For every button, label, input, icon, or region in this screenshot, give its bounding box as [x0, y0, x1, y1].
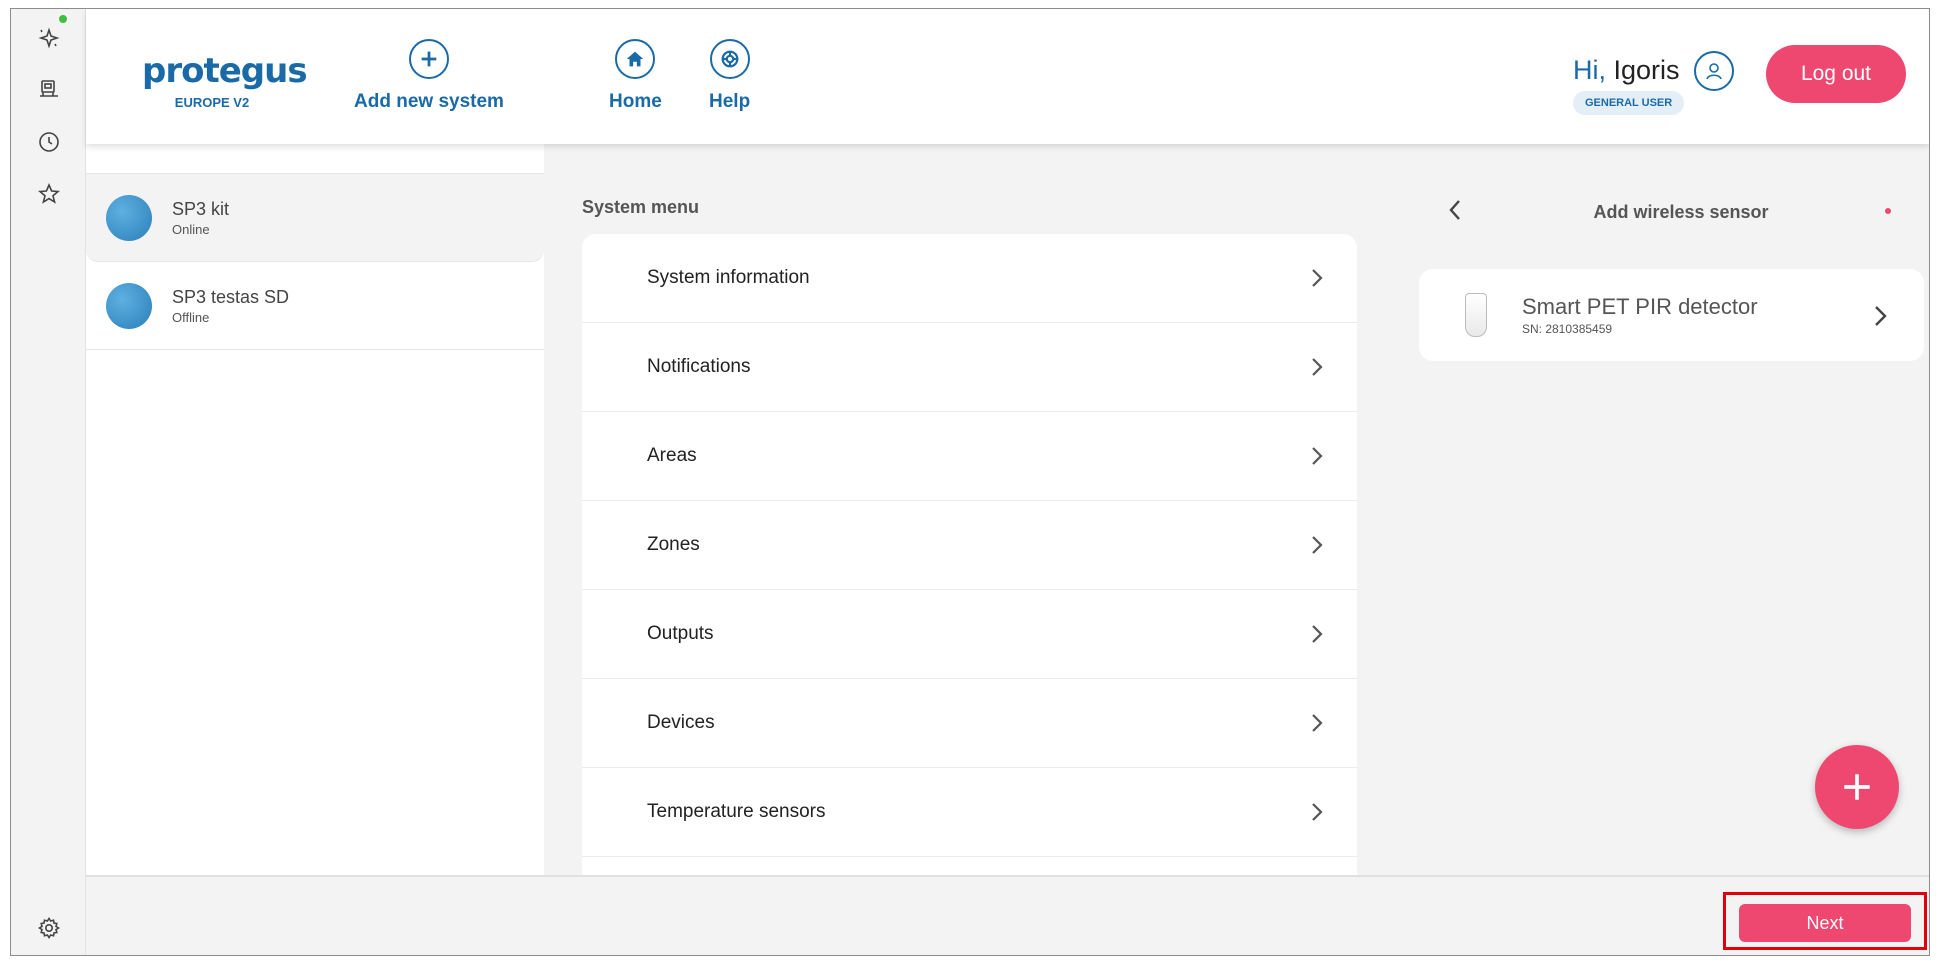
user-greeting: Hi, Igoris — [1573, 55, 1680, 86]
menu-item-label: System information — [647, 267, 810, 288]
sensor-card[interactable]: Smart PET PIR detector SN: 2810385459 — [1419, 269, 1924, 361]
systems-list-top — [86, 144, 544, 174]
device-icon[interactable] — [36, 77, 62, 103]
nav-home[interactable]: Home — [609, 39, 662, 113]
home-icon — [615, 39, 656, 79]
chevron-right-icon — [1312, 447, 1323, 465]
menu-item-devices[interactable]: Devices — [582, 679, 1357, 768]
system-avatar — [106, 282, 152, 329]
add-wireless-sensor-panel: Add wireless sensor Smart PET PIR detect… — [1411, 144, 1929, 875]
app-window: protegus EUROPE V2 Add new system Home H… — [10, 8, 1930, 956]
system-status: Online — [172, 221, 210, 237]
system-item-sp3-testas-sd[interactable]: SP3 testas SD Offline — [86, 262, 544, 350]
indicator-dot — [1885, 208, 1891, 214]
system-menu-title: System menu — [582, 197, 700, 217]
nav-help[interactable]: Help — [709, 39, 750, 113]
brand-name: protegus — [142, 51, 308, 91]
menu-item-label: Zones — [647, 534, 700, 555]
panel-title: Add wireless sensor — [1593, 202, 1769, 222]
menu-item-system-information[interactable]: System information — [582, 234, 1357, 323]
menu-item-label: Devices — [647, 712, 715, 733]
add-new-system-label: Add new system — [354, 91, 504, 112]
menu-item-areas[interactable]: Areas — [582, 412, 1357, 501]
role-badge: GENERAL USER — [1573, 91, 1685, 115]
chevron-right-icon — [1312, 714, 1323, 732]
systems-list: SP3 kit Online SP3 testas SD Offline — [86, 144, 544, 875]
system-menu-list: System information Notifications Areas Z… — [582, 234, 1357, 875]
user-name: Igoris — [1613, 55, 1680, 85]
status-dot — [59, 15, 67, 23]
brand-logo[interactable]: protegus EUROPE V2 — [142, 51, 308, 110]
system-name: SP3 kit — [172, 198, 230, 219]
star-icon[interactable] — [36, 181, 62, 207]
chevron-right-icon — [1312, 536, 1323, 554]
pir-detector-icon — [1465, 293, 1487, 337]
clock-icon[interactable] — [36, 129, 62, 155]
system-avatar — [106, 194, 152, 241]
chevron-right-icon — [1312, 269, 1323, 287]
gear-icon[interactable] — [36, 915, 62, 941]
menu-item-label: Areas — [647, 445, 697, 466]
user-avatar-icon[interactable] — [1694, 51, 1734, 91]
add-sensor-fab[interactable] — [1815, 745, 1899, 829]
top-header: protegus EUROPE V2 Add new system Home H… — [86, 9, 1929, 144]
system-menu-panel: System menu System information Notificat… — [544, 144, 1419, 875]
system-status: Offline — [172, 309, 210, 325]
logout-button[interactable]: Log out — [1766, 45, 1906, 103]
sensor-serial: SN: 2810385459 — [1522, 322, 1613, 336]
menu-item-notifications[interactable]: Notifications — [582, 323, 1357, 412]
footer-bar: Next — [86, 875, 1929, 955]
chevron-right-icon — [1312, 625, 1323, 643]
plus-circle-icon — [408, 39, 449, 79]
menu-item-outputs[interactable]: Outputs — [582, 590, 1357, 679]
lifebuoy-icon — [709, 39, 750, 79]
menu-item-label: Outputs — [647, 623, 714, 644]
left-rail — [11, 9, 86, 955]
system-name: SP3 testas SD — [172, 286, 290, 307]
next-button[interactable]: Next — [1739, 904, 1911, 942]
menu-item-zones[interactable]: Zones — [582, 501, 1357, 590]
nav-home-label: Home — [609, 91, 662, 112]
system-item-sp3-kit[interactable]: SP3 kit Online — [86, 174, 544, 262]
nav-help-label: Help — [709, 91, 751, 112]
menu-item-label: Temperature sensors — [647, 801, 826, 822]
greeting-hi: Hi, — [1573, 55, 1606, 85]
chevron-right-icon — [1312, 803, 1323, 821]
sparkle-icon[interactable] — [36, 25, 62, 51]
add-new-system-button[interactable]: Add new system — [354, 39, 504, 113]
menu-item-label: Notifications — [647, 356, 751, 377]
sensor-name: Smart PET PIR detector — [1522, 294, 1758, 319]
plus-icon — [1844, 774, 1870, 800]
chevron-right-icon — [1875, 306, 1887, 326]
brand-region: EUROPE V2 — [174, 95, 250, 110]
chevron-right-icon — [1312, 358, 1323, 376]
menu-item-temperature-sensors[interactable]: Temperature sensors — [582, 768, 1357, 857]
